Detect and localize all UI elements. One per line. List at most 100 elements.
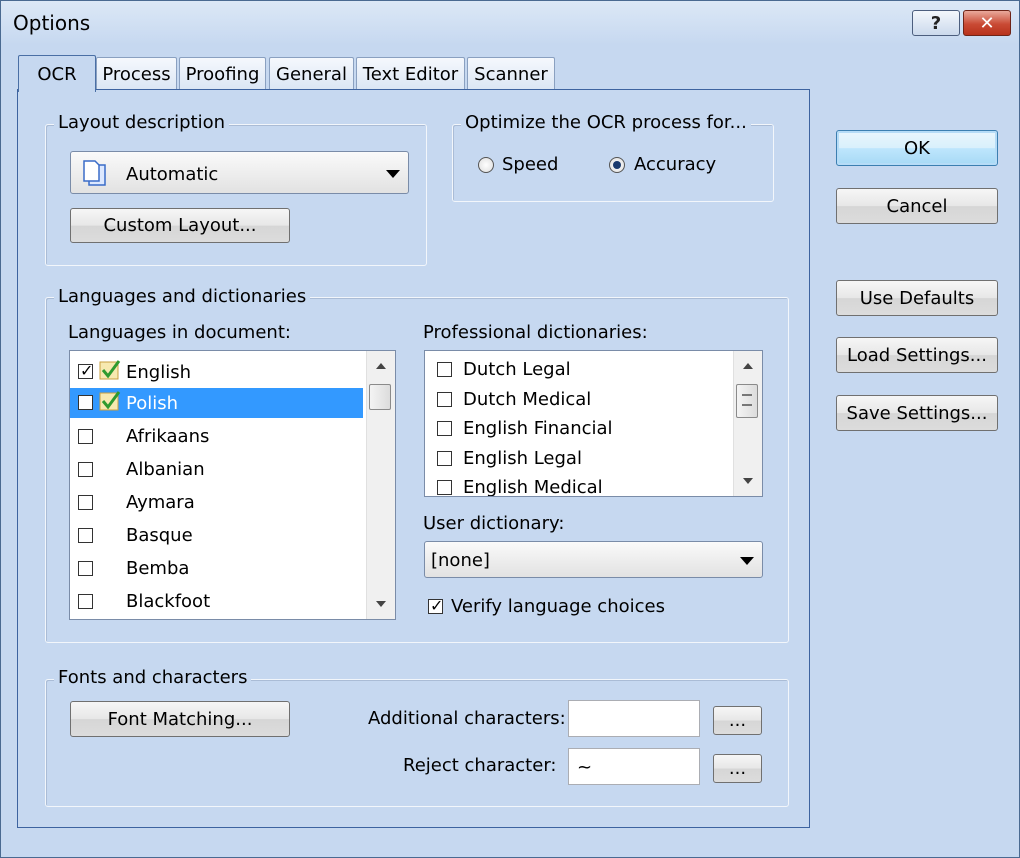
language-checkbox[interactable] (78, 395, 93, 410)
list-item-selected[interactable]: Polish (70, 388, 363, 418)
dictionaries-scrollbar[interactable] (733, 351, 762, 496)
title-bar[interactable]: Options ? ✕ (1, 1, 1019, 45)
button-label: Cancel (886, 195, 948, 217)
list-item[interactable]: ✓ English (70, 355, 368, 388)
dictionary-checkbox[interactable] (437, 451, 452, 466)
button-label: OK (904, 137, 930, 159)
tab-general[interactable]: General (269, 57, 354, 90)
dictionary-checkbox[interactable] (437, 392, 452, 407)
dictionary-name: Dutch Medical (463, 389, 592, 410)
save-settings-button[interactable]: Save Settings... (836, 395, 998, 431)
grip-icon (742, 394, 752, 406)
scroll-up-icon[interactable] (376, 363, 386, 369)
dictionary-checkbox[interactable] (437, 480, 452, 495)
use-defaults-button[interactable]: Use Defaults (836, 280, 998, 316)
button-label: Custom Layout... (103, 215, 257, 236)
languages-in-document-label: Languages in document: (68, 322, 291, 343)
chevron-down-icon (740, 556, 754, 565)
scroll-down-icon[interactable] (376, 601, 386, 607)
close-button[interactable]: ✕ (963, 10, 1011, 36)
load-settings-button[interactable]: Load Settings... (836, 337, 998, 373)
language-name: Bemba (126, 558, 190, 579)
layout-description-group (45, 124, 427, 266)
language-name: Aymara (126, 492, 195, 513)
language-checkbox[interactable] (78, 495, 93, 510)
tab-label: OCR (37, 63, 77, 85)
list-item[interactable]: Dutch Medical (425, 385, 735, 415)
scroll-up-icon[interactable] (743, 363, 753, 369)
language-checkbox[interactable]: ✓ (78, 361, 93, 380)
list-item[interactable]: Basque (70, 520, 368, 553)
reject-character-browse-button[interactable]: ... (713, 754, 762, 783)
language-name: Afrikaans (126, 426, 210, 447)
user-dictionary-value: [none] (431, 550, 490, 571)
list-item[interactable]: Blackfoot (70, 586, 368, 619)
additional-characters-label: Additional characters: (368, 708, 566, 729)
list-item[interactable]: Dutch Legal (425, 355, 735, 385)
speed-radio[interactable] (478, 157, 494, 173)
layout-combo[interactable]: Automatic (70, 151, 409, 194)
user-dictionary-combo[interactable]: [none] (424, 541, 763, 578)
tab-label: Process (102, 63, 171, 85)
fonts-legend: Fonts and characters (54, 667, 252, 688)
verify-language-checkbox[interactable]: ✓ (428, 596, 443, 615)
layout-combo-value: Automatic (126, 164, 219, 185)
scroll-thumb[interactable] (736, 384, 758, 418)
verify-language-label[interactable]: Verify language choices (451, 596, 665, 617)
tab-proofing[interactable]: Proofing (179, 57, 266, 90)
languages-scrollbar[interactable] (366, 351, 395, 619)
button-label: ... (728, 758, 747, 779)
button-label: Save Settings... (846, 402, 988, 424)
language-checkbox[interactable] (78, 594, 93, 609)
radio-selected-dot (613, 161, 621, 169)
tab-scanner[interactable]: Scanner (467, 57, 555, 90)
tab-text-editor[interactable]: Text Editor (356, 57, 465, 90)
reject-character-label: Reject character: (403, 755, 557, 776)
reject-character-value: ~ (577, 757, 593, 778)
speed-label[interactable]: Speed (502, 154, 558, 175)
tab-ocr[interactable]: OCR (18, 55, 96, 92)
language-name: English (126, 362, 191, 383)
language-checkbox[interactable] (78, 429, 93, 444)
tab-label: General (276, 63, 347, 85)
custom-layout-button[interactable]: Custom Layout... (70, 208, 290, 243)
list-item[interactable]: English Financial (425, 414, 735, 444)
list-item[interactable]: Albanian (70, 454, 368, 487)
scroll-thumb[interactable] (369, 384, 391, 410)
additional-characters-input[interactable] (568, 700, 700, 737)
tab-label: Text Editor (362, 63, 459, 85)
accuracy-label[interactable]: Accuracy (634, 154, 716, 175)
list-item[interactable]: Aymara (70, 487, 368, 520)
accuracy-radio[interactable] (609, 157, 625, 173)
language-name: Basque (126, 525, 193, 546)
language-checkbox[interactable] (78, 528, 93, 543)
fonts-group (45, 679, 789, 807)
button-label: Load Settings... (847, 344, 987, 366)
dictionary-checkbox[interactable] (437, 421, 452, 436)
dictionary-checkbox[interactable] (437, 362, 452, 377)
language-checkbox[interactable] (78, 561, 93, 576)
list-item[interactable]: Afrikaans (70, 421, 368, 454)
professional-dictionaries-listbox[interactable]: Dutch Legal Dutch Medical English Financ… (424, 350, 763, 497)
ok-button[interactable]: OK (836, 130, 998, 166)
language-name: Polish (126, 393, 179, 414)
close-icon: ✕ (979, 12, 995, 34)
language-checkbox[interactable] (78, 462, 93, 477)
dictionary-name: English Medical (463, 477, 603, 497)
tab-process[interactable]: Process (96, 57, 177, 90)
scroll-down-icon[interactable] (743, 478, 753, 484)
help-button[interactable]: ? (912, 10, 960, 36)
list-item[interactable]: Bemba (70, 553, 368, 586)
list-item[interactable]: English Medical (425, 473, 735, 497)
cancel-button[interactable]: Cancel (836, 188, 998, 224)
tab-label: Proofing (185, 63, 260, 85)
button-label: Use Defaults (859, 287, 975, 309)
reject-character-input[interactable]: ~ (568, 748, 700, 785)
optimize-legend: Optimize the OCR process for... (461, 112, 751, 133)
list-item[interactable]: English Legal (425, 444, 735, 474)
languages-listbox[interactable]: ✓ English Polish Afrikaans Albanian Ayma… (69, 350, 396, 620)
additional-characters-browse-button[interactable]: ... (713, 706, 762, 735)
font-matching-button[interactable]: Font Matching... (70, 701, 290, 737)
ocr-tab-panel: Layout description Automatic Custom Layo… (17, 89, 810, 828)
dictionary-name: Dutch Legal (463, 359, 571, 380)
